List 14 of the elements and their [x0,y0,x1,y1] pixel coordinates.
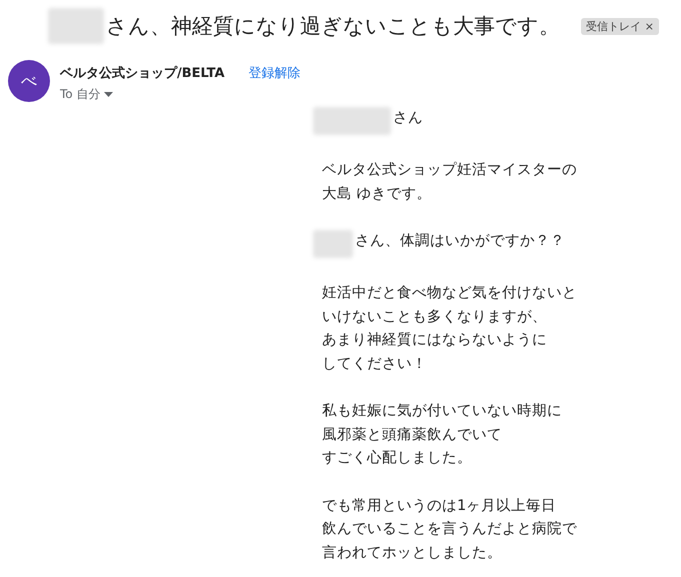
email-subject: さん、神経質になり過ぎないことも大事です。 [106,13,560,40]
body-paragraph: 妊活中だと食べ物など気を付けないと いけないことも多くなりますが、 あまり神経質にはならないように してください！ [322,284,577,374]
body-paragraph: さん [393,109,423,128]
sender-name: ベルタ公式ショップ/BELTA [60,64,225,82]
sender-avatar: べ [8,60,50,102]
label-chip[interactable]: 受信トレイ × [580,18,659,34]
body-paragraph: でも常用というのは1ヶ月以上毎日 飲んでいることを言うんだよと病院で 言われてホッとしました。 [322,496,577,562]
close-icon[interactable]: × [644,20,654,32]
body-paragraph: さん、体調はいかがですか？？ [355,232,565,251]
body-paragraph: 私も妊娠に気が付いていない時期に 風邪薬と頭痛薬飲んでいて すごく心配しました。 [322,402,562,468]
unsubscribe-link[interactable]: 登録解除 [248,64,301,82]
recipient-dropdown[interactable]: To 自分 [60,86,301,103]
caret-icon [104,92,114,97]
body-paragraph: ベルタ公式ショップ妊活マイスターの 大島 ゆきです。 [322,160,577,204]
